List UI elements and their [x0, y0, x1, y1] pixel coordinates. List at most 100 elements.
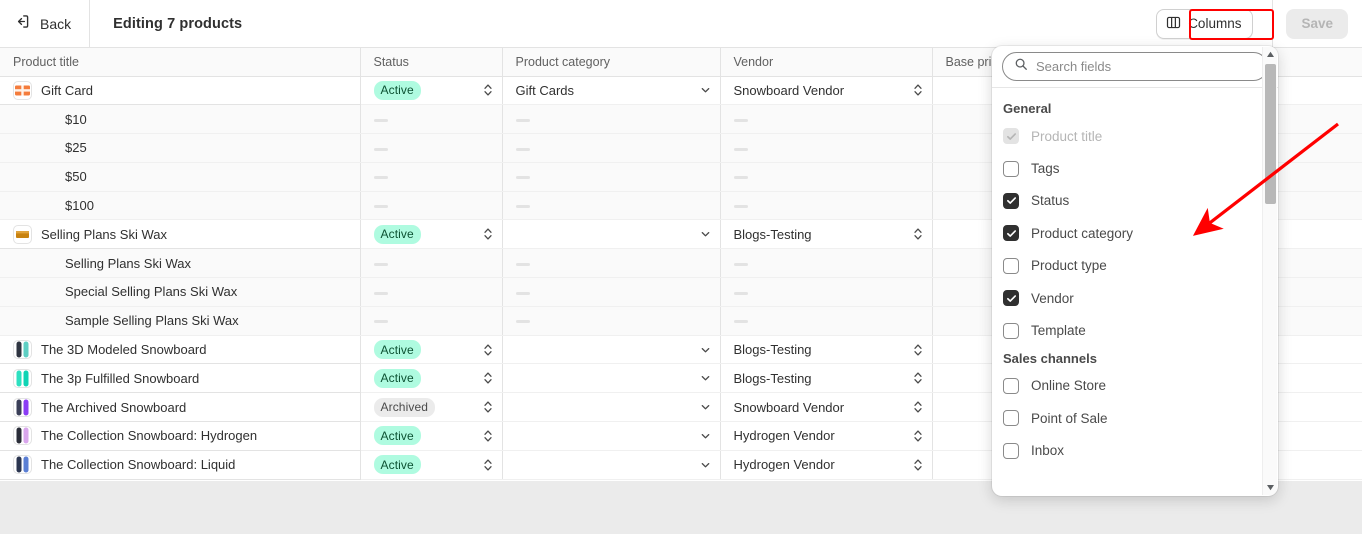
- scrollbar-thumb[interactable]: [1265, 64, 1276, 204]
- cell-product-category[interactable]: [502, 191, 721, 221]
- cell-product-title[interactable]: Sample Selling Plans Ski Wax: [0, 306, 361, 336]
- checkbox-icon[interactable]: [1003, 442, 1019, 459]
- chevron-down-icon[interactable]: [700, 430, 711, 441]
- cell-product-title[interactable]: $50: [0, 162, 361, 192]
- cell-product-title[interactable]: The 3p Fulfilled Snowboard: [0, 363, 361, 394]
- cell-product-category[interactable]: [502, 277, 721, 307]
- cell-product-category[interactable]: [502, 306, 721, 336]
- save-button[interactable]: Save: [1286, 8, 1348, 39]
- cell-vendor[interactable]: Blogs-Testing: [720, 363, 933, 394]
- cell-product-category[interactable]: [502, 248, 721, 279]
- field-checkbox-row[interactable]: Status: [992, 185, 1278, 217]
- cell-status[interactable]: Active: [360, 76, 503, 106]
- column-header-status[interactable]: Status: [360, 48, 503, 77]
- cell-product-title[interactable]: The Archived Snowboard: [0, 392, 361, 423]
- popover-scrollbar[interactable]: [1262, 47, 1277, 495]
- field-checkbox-row[interactable]: Vendor: [992, 282, 1278, 314]
- checkbox-icon[interactable]: [1003, 257, 1019, 274]
- cell-product-title[interactable]: The Collection Snowboard: Hydrogen: [0, 421, 361, 451]
- cell-vendor[interactable]: Blogs-Testing: [720, 219, 933, 250]
- cell-product-title[interactable]: Special Selling Plans Ski Wax: [0, 277, 361, 307]
- cell-status[interactable]: Active: [360, 335, 503, 365]
- field-checkbox-row[interactable]: Inbox: [992, 435, 1278, 467]
- vendor-stepper-icon[interactable]: [913, 83, 923, 97]
- status-stepper-icon[interactable]: [483, 400, 493, 414]
- vendor-stepper-icon[interactable]: [913, 371, 923, 385]
- checkbox-icon[interactable]: [1003, 290, 1019, 307]
- field-checkbox-row[interactable]: Tags: [992, 152, 1278, 184]
- cell-product-category[interactable]: [502, 104, 721, 135]
- chevron-down-icon[interactable]: [700, 373, 711, 384]
- search-fields-field[interactable]: [1002, 52, 1268, 81]
- cell-status[interactable]: [360, 133, 503, 163]
- cell-product-category[interactable]: Gift Cards: [502, 76, 721, 106]
- cell-status[interactable]: Active: [360, 363, 503, 394]
- column-header-product-title[interactable]: Product title: [0, 48, 361, 77]
- cell-product-title[interactable]: Selling Plans Ski Wax: [0, 219, 361, 250]
- status-stepper-icon[interactable]: [483, 343, 493, 357]
- status-stepper-icon[interactable]: [483, 429, 493, 443]
- chevron-down-icon[interactable]: [700, 459, 711, 470]
- field-checkbox-row[interactable]: Product type: [992, 250, 1278, 282]
- cell-vendor[interactable]: [720, 277, 933, 307]
- column-header-vendor[interactable]: Vendor: [720, 48, 933, 77]
- field-checkbox-row[interactable]: Product category: [992, 217, 1278, 249]
- cell-product-category[interactable]: [502, 162, 721, 192]
- cell-status[interactable]: [360, 191, 503, 221]
- chevron-down-icon[interactable]: [700, 229, 711, 240]
- vendor-stepper-icon[interactable]: [913, 400, 923, 414]
- field-checkbox-row[interactable]: Point of Sale: [992, 402, 1278, 434]
- triangle-up-icon[interactable]: [1263, 47, 1278, 62]
- cell-vendor[interactable]: [720, 162, 933, 192]
- cell-product-title[interactable]: Selling Plans Ski Wax: [0, 248, 361, 279]
- cell-product-category[interactable]: [502, 335, 721, 365]
- cell-status[interactable]: Active: [360, 450, 503, 480]
- checkbox-icon[interactable]: [1003, 225, 1019, 242]
- column-header-product-category[interactable]: Product category: [502, 48, 721, 77]
- chevron-down-icon[interactable]: [700, 344, 711, 355]
- checkbox-icon[interactable]: [1003, 377, 1019, 394]
- status-stepper-icon[interactable]: [483, 371, 493, 385]
- cell-status[interactable]: [360, 104, 503, 135]
- cell-vendor[interactable]: [720, 248, 933, 279]
- checkbox-icon[interactable]: [1003, 160, 1019, 177]
- cell-product-title[interactable]: $25: [0, 133, 361, 163]
- cell-status[interactable]: [360, 248, 503, 279]
- cell-product-title[interactable]: The 3D Modeled Snowboard: [0, 335, 361, 365]
- vendor-stepper-icon[interactable]: [913, 458, 923, 472]
- field-list[interactable]: General Product title Tags Status Product ca…: [992, 88, 1278, 495]
- cell-vendor[interactable]: [720, 306, 933, 336]
- checkbox-icon[interactable]: [1003, 322, 1019, 339]
- cell-product-category[interactable]: [502, 133, 721, 163]
- cell-product-title[interactable]: $10: [0, 104, 361, 135]
- chevron-down-icon[interactable]: [700, 402, 711, 413]
- checkbox-icon[interactable]: [1003, 410, 1019, 427]
- cell-vendor[interactable]: Hydrogen Vendor: [720, 421, 933, 451]
- cell-product-category[interactable]: [502, 450, 721, 480]
- status-stepper-icon[interactable]: [483, 458, 493, 472]
- cell-status[interactable]: Active: [360, 219, 503, 250]
- cell-vendor[interactable]: [720, 104, 933, 135]
- cell-status[interactable]: Active: [360, 421, 503, 451]
- checkbox-icon[interactable]: [1003, 192, 1019, 209]
- back-button[interactable]: Back: [0, 0, 91, 48]
- cell-vendor[interactable]: Snowboard Vendor: [720, 76, 933, 106]
- field-checkbox-row[interactable]: Template: [992, 314, 1278, 346]
- cell-status[interactable]: [360, 277, 503, 307]
- cell-product-title[interactable]: Gift Card: [0, 76, 361, 106]
- cell-product-category[interactable]: [502, 219, 721, 250]
- cell-product-category[interactable]: [502, 392, 721, 423]
- vendor-stepper-icon[interactable]: [913, 429, 923, 443]
- vendor-stepper-icon[interactable]: [913, 343, 923, 357]
- cell-status[interactable]: [360, 162, 503, 192]
- cell-vendor[interactable]: [720, 191, 933, 221]
- cell-product-category[interactable]: [502, 421, 721, 451]
- status-stepper-icon[interactable]: [483, 227, 493, 241]
- search-fields-input[interactable]: [1036, 59, 1256, 74]
- chevron-down-icon[interactable]: [700, 85, 711, 96]
- cell-vendor[interactable]: Snowboard Vendor: [720, 392, 933, 423]
- field-checkbox-row[interactable]: Online Store: [992, 370, 1278, 402]
- vendor-stepper-icon[interactable]: [913, 227, 923, 241]
- cell-product-category[interactable]: [502, 363, 721, 394]
- cell-product-title[interactable]: The Collection Snowboard: Liquid: [0, 450, 361, 480]
